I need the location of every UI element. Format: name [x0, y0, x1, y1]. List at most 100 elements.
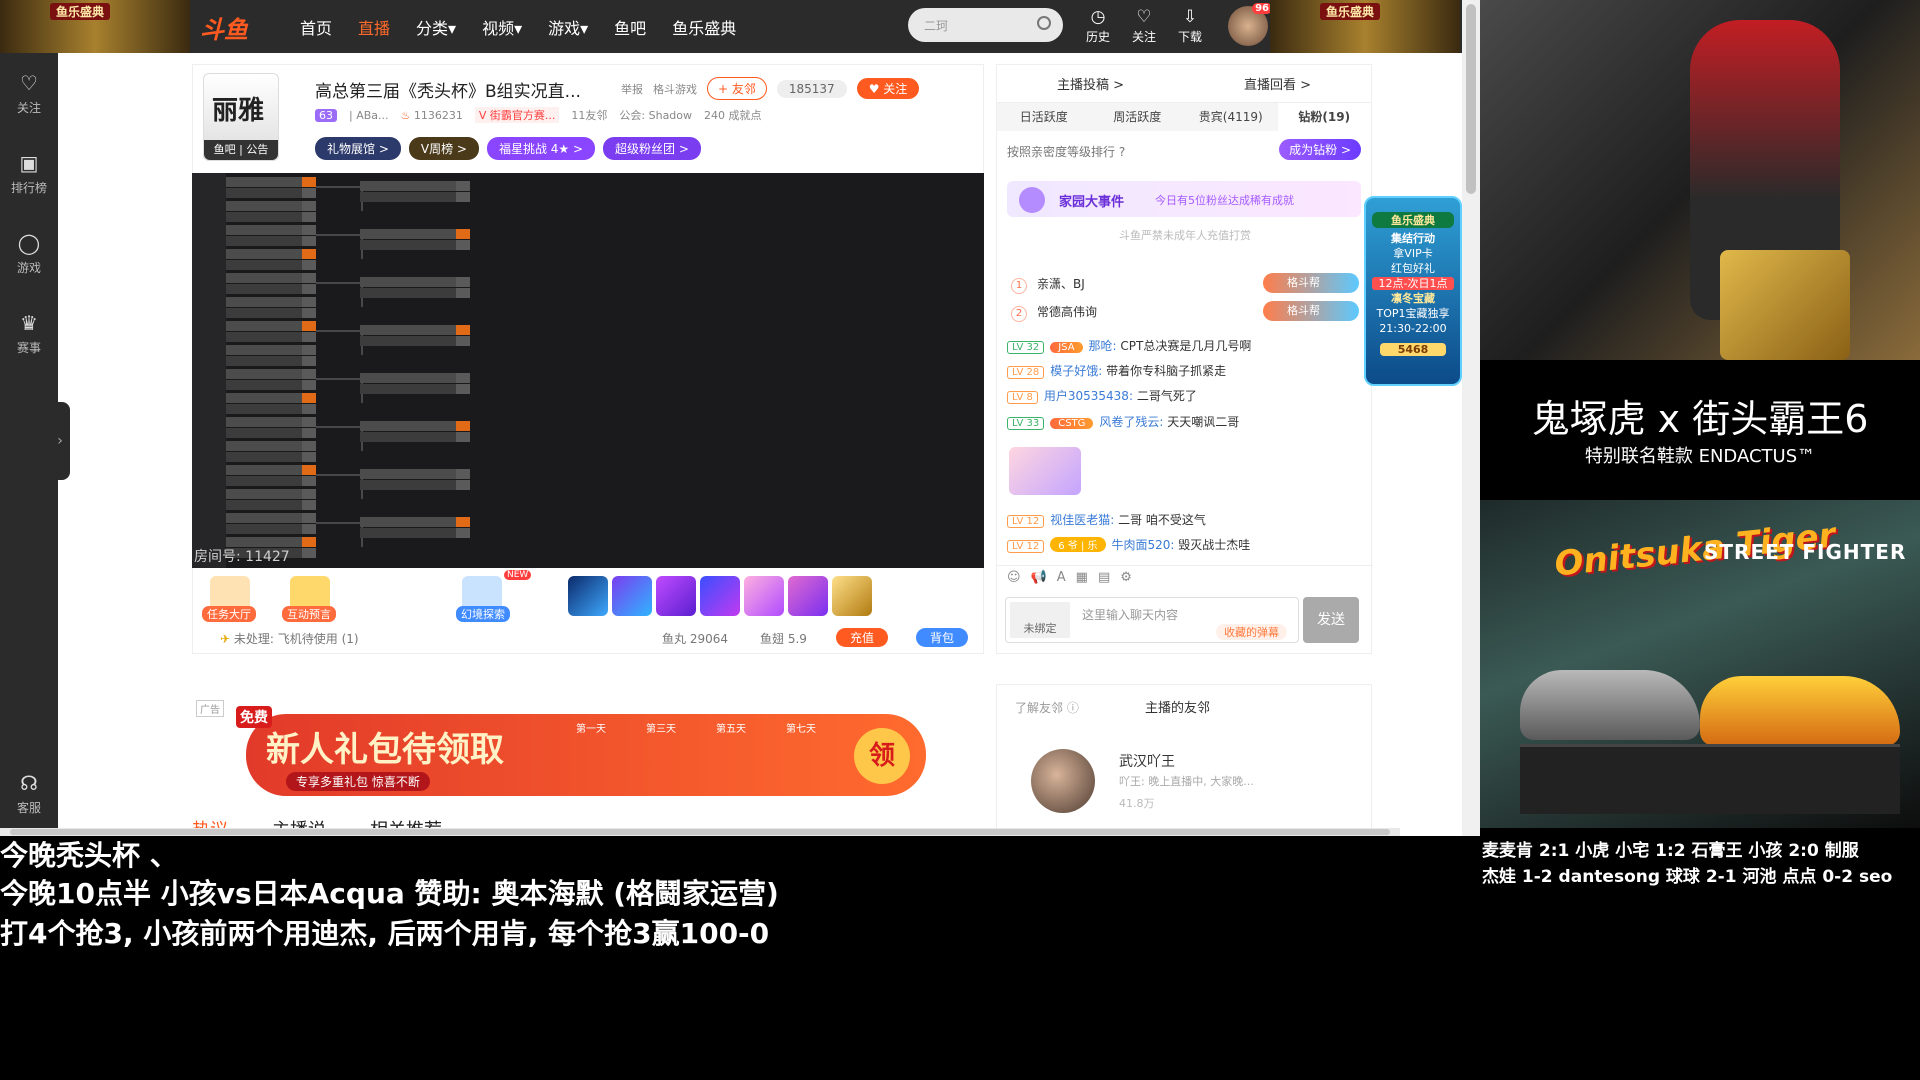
- chat-message[interactable]: LV 28 模子好饿: 带着你专科脑子抓紧走: [1007, 362, 1226, 379]
- report-link[interactable]: 举报: [621, 81, 643, 97]
- video-player[interactable]: 房间号: 11427: [192, 173, 984, 568]
- bracket-score: [456, 469, 470, 479]
- user-name[interactable]: 用户30535438:: [1044, 389, 1133, 403]
- chat-message[interactable]: LV 32 JSA 那呛: CPT总决赛是几月几号啊: [1007, 337, 1251, 354]
- bracket-score: [456, 192, 470, 202]
- gift-icon[interactable]: ▤: [1098, 570, 1110, 589]
- streamer-avatar[interactable]: 丽雅 鱼吧 | 公告: [203, 73, 279, 161]
- replay-link[interactable]: 直播回看 >: [1244, 74, 1311, 93]
- chat-message[interactable]: LV 12 视佳医老猫: 二哥 咱不受这气: [1007, 511, 1206, 528]
- nav-home[interactable]: 首页: [300, 15, 332, 39]
- streamer-name[interactable]: | ABa...: [349, 109, 389, 122]
- chat-message[interactable]: LV 12 6 爷 | 乐牛肉面520: 毁灭战士杰哇: [1007, 536, 1250, 553]
- claim-button[interactable]: 领: [854, 728, 910, 784]
- friend-name[interactable]: 武汉吖王: [1119, 751, 1175, 771]
- friends-count[interactable]: 11友邻: [571, 107, 607, 123]
- gift-item-5[interactable]: [744, 576, 784, 616]
- official-badge[interactable]: V 街霸官方赛...: [474, 107, 560, 123]
- user-name[interactable]: 视佳医老猫:: [1050, 513, 1114, 527]
- fan-icon[interactable]: ▦: [1076, 570, 1088, 589]
- ad-banner[interactable]: 广告 免费 新人礼包待领取 专享多重礼包 惊喜不断 第一天 第三天 第五天 第七…: [196, 700, 986, 800]
- scroll-thumb[interactable]: [1466, 4, 1476, 194]
- user-name[interactable]: 牛肉面520:: [1112, 538, 1175, 552]
- send-button[interactable]: 发送: [1303, 597, 1359, 643]
- barrage-style-icon[interactable]: A: [1057, 570, 1066, 589]
- trophy-icon: ♛: [20, 310, 38, 335]
- sidebar-item-game[interactable]: ◯ 游戏: [0, 213, 58, 293]
- nav-game[interactable]: 游戏▾: [548, 15, 588, 39]
- user-avatar[interactable]: 96: [1228, 3, 1272, 46]
- scroll-thumb[interactable]: [10, 829, 1390, 835]
- festival-promo-widget[interactable]: 鱼乐盛典 集结行动 拿VIP卡 红包好礼 12点-次日1点 凛冬宝藏 TOP1宝…: [1364, 196, 1462, 386]
- gift-item-7[interactable]: [832, 576, 872, 616]
- achievement-points[interactable]: 240 成就点: [704, 107, 762, 123]
- bracket-score: [302, 297, 316, 307]
- weekly-rank-tag[interactable]: V周榜 >: [408, 137, 479, 160]
- sidebar-toggle[interactable]: ›: [50, 402, 70, 480]
- chat-message[interactable]: LV 33 CSTG 风卷了残云: 天天嘲讽二哥: [1007, 413, 1239, 430]
- follow-button[interactable]: ♥ 关注: [856, 78, 920, 99]
- chat-message[interactable]: LV 8 用户30535438: 二哥气死了: [1007, 387, 1197, 404]
- not-bound-badge[interactable]: 未绑定: [1010, 602, 1070, 638]
- download-button[interactable]: ⇩ 下载: [1170, 6, 1210, 45]
- category-link[interactable]: 格斗游戏: [653, 81, 697, 97]
- saved-barrage-button[interactable]: 收藏的弹幕: [1216, 624, 1287, 640]
- become-diamond-fan-button[interactable]: 成为钻粉 >: [1279, 139, 1361, 160]
- pending-text: 未处理: 飞机待使用 (1): [233, 632, 359, 646]
- gift-item-4[interactable]: [700, 576, 740, 616]
- newcomer-gift-banner[interactable]: 免费 新人礼包待领取 专享多重礼包 惊喜不断 第一天 第三天 第五天 第七天 领: [236, 706, 926, 796]
- about-friends-link[interactable]: 了解友邻 ⓘ: [1015, 699, 1079, 716]
- streamer-posts-link[interactable]: 主播投稿 >: [1057, 74, 1124, 93]
- sidebar-item-events[interactable]: ♛ 赛事: [0, 293, 58, 373]
- follow-button[interactable]: ♡ 关注: [1124, 6, 1164, 45]
- user-name[interactable]: 模子好饿:: [1050, 364, 1102, 378]
- horn-icon[interactable]: 📢: [1031, 570, 1047, 589]
- event-icon: [1019, 187, 1045, 213]
- festival-banner-left[interactable]: 鱼乐盛典: [0, 0, 190, 53]
- fishbar-notice-link[interactable]: 鱼吧 | 公告: [204, 140, 278, 160]
- user-name[interactable]: 那呛:: [1089, 339, 1117, 353]
- tab-weekly-active[interactable]: 周活跃度: [1091, 103, 1185, 131]
- sidebar-item-rank[interactable]: ▣ 排行榜: [0, 133, 58, 213]
- gift-item-2[interactable]: [612, 576, 652, 616]
- rank-row[interactable]: 1 亲潇、BJ: [1011, 275, 1085, 294]
- horizontal-scrollbar[interactable]: [0, 828, 1400, 836]
- gift-hall-tag[interactable]: 礼物展馆 >: [315, 137, 401, 160]
- search-input[interactable]: 二珂: [908, 8, 1063, 42]
- emoji-icon[interactable]: ☺: [1007, 570, 1021, 589]
- tab-vip[interactable]: 贵宾(4119): [1184, 103, 1278, 131]
- history-button[interactable]: ◷ 历史: [1078, 6, 1118, 45]
- nav-video[interactable]: 视频▾: [482, 15, 522, 39]
- friend-avatar[interactable]: [1031, 749, 1095, 813]
- chat-input[interactable]: 未绑定 这里输入聊天内容 收藏的弹幕: [1005, 597, 1299, 643]
- douyu-logo[interactable]: 斗鱼: [200, 10, 248, 45]
- pending-item[interactable]: ✈ 未处理: 飞机待使用 (1): [220, 630, 359, 647]
- charge-button[interactable]: 充值: [836, 628, 889, 647]
- add-friend-button[interactable]: + 友邻: [707, 77, 767, 100]
- nav-live[interactable]: 直播: [358, 15, 390, 39]
- nav-fishbar[interactable]: 鱼吧: [614, 15, 646, 39]
- gift-item-6[interactable]: [788, 576, 828, 616]
- festival-banner-right[interactable]: 鱼乐盛典: [1270, 0, 1460, 53]
- setting-icon[interactable]: ⚙: [1120, 570, 1132, 589]
- gift-item-3[interactable]: [656, 576, 696, 616]
- gift-item-1[interactable]: [568, 576, 608, 616]
- vertical-scrollbar[interactable]: [1462, 0, 1480, 836]
- family-event-banner[interactable]: 家园大事件 今日有5位粉丝达成稀有成就: [1007, 181, 1361, 217]
- rank-row[interactable]: 2 常德高伟询: [1011, 303, 1097, 322]
- tab-daily-active[interactable]: 日活跃度: [997, 103, 1091, 131]
- search-icon[interactable]: [1037, 16, 1051, 30]
- lucky-star-tag[interactable]: 福星挑战 4★ >: [486, 137, 596, 160]
- friend-heat: 41.8万: [1119, 797, 1155, 810]
- bag-button[interactable]: 背包: [916, 628, 969, 647]
- user-name[interactable]: 风卷了残云:: [1099, 415, 1163, 429]
- sidebar-item-service[interactable]: ☊ 客服: [0, 753, 58, 833]
- nav-category[interactable]: 分类▾: [416, 15, 456, 39]
- tab-diamond-fans[interactable]: 钻粉(19): [1277, 103, 1371, 131]
- nav-festival[interactable]: 鱼乐盛典: [672, 15, 736, 39]
- poster-subtitle: 特别联名鞋款 ENDACTUS™: [1584, 446, 1816, 467]
- ad-day-1: 第一天: [576, 724, 606, 735]
- guild-name[interactable]: 公会: Shadow: [619, 107, 692, 123]
- super-fan-tag[interactable]: 超级粉丝团 >: [603, 137, 701, 160]
- sidebar-item-follow[interactable]: ♡ 关注: [0, 53, 58, 133]
